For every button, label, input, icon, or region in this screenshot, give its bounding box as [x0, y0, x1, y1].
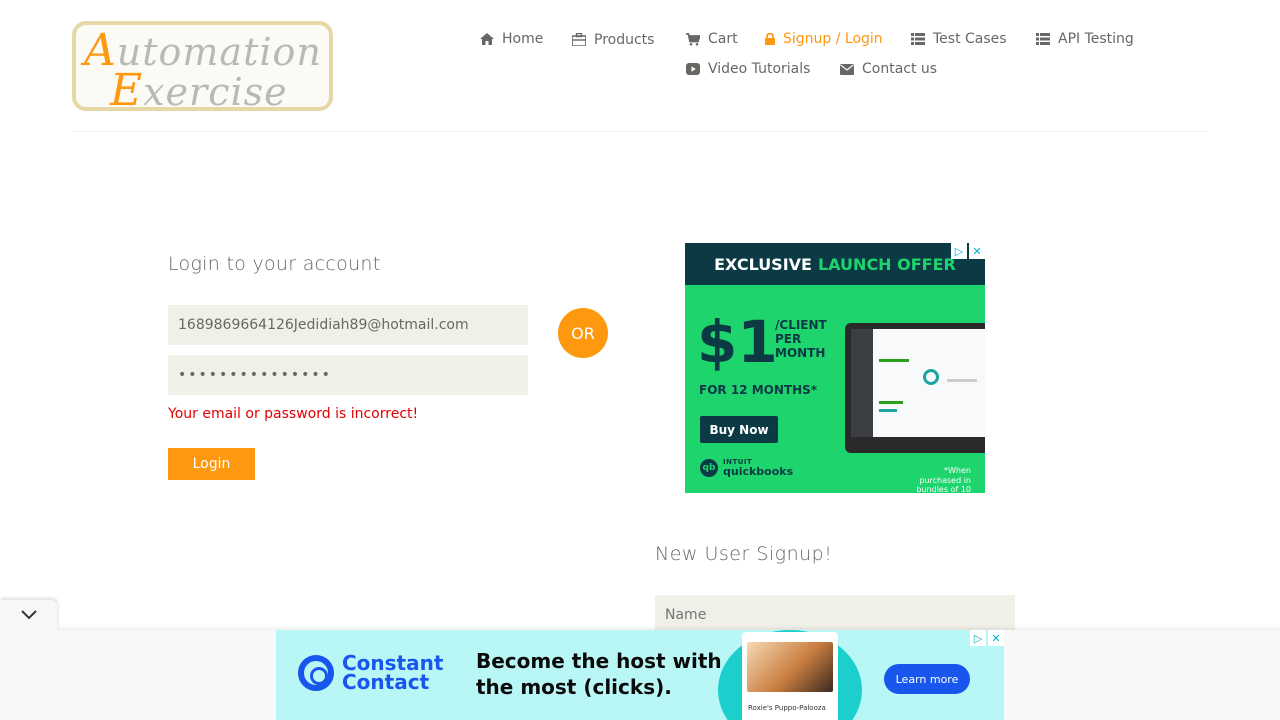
nav-products[interactable]: Products	[572, 31, 655, 48]
quickbooks-ad[interactable]: EXCLUSIVE LAUNCH OFFER ▷ ✕ $1 /CLIENT PER…	[685, 243, 985, 493]
quickbooks-logo: qb INTUIT quickbooks	[700, 459, 793, 477]
login-button[interactable]: Login	[168, 448, 255, 480]
nav-signup-login-label: Signup / Login	[783, 31, 883, 47]
ad-headline: Become the host with the most (clicks).	[476, 649, 722, 699]
logo-line-2: Exercise	[110, 65, 288, 116]
qb-icon: qb	[700, 459, 718, 477]
nav-home-label: Home	[502, 31, 544, 47]
ad-offer-band: EXCLUSIVE LAUNCH OFFER	[685, 243, 985, 285]
login-title: Login to your account	[168, 253, 381, 275]
adchoices-icon[interactable]: ▷	[970, 630, 986, 646]
login-email-input[interactable]	[168, 305, 528, 345]
ad-price: $1	[697, 308, 778, 376]
briefcase-icon	[572, 32, 586, 46]
lock-icon	[765, 33, 775, 45]
nav-api-testing-label: API Testing	[1058, 31, 1134, 47]
nav-contact-us-label: Contact us	[862, 61, 938, 77]
ad-price-unit: /CLIENT PER MONTH	[775, 318, 827, 360]
or-badge: OR	[558, 308, 608, 358]
laptop-image	[845, 323, 985, 453]
envelope-icon	[840, 63, 854, 75]
login-error-message: Your email or password is incorrect!	[168, 406, 419, 422]
nav-cart[interactable]: Cart	[686, 31, 738, 47]
login-password-input[interactable]	[168, 355, 528, 395]
ad-footnote: *When purchased in bundles of 10	[916, 466, 971, 493]
ad-controls: ▷ ✕	[951, 243, 985, 259]
constant-contact-icon	[298, 655, 334, 691]
close-icon[interactable]: ✕	[969, 243, 985, 259]
adchoices-icon[interactable]: ▷	[951, 243, 967, 259]
nav-api-testing[interactable]: API Testing	[1036, 31, 1134, 47]
nav-video-tutorials-label: Video Tutorials	[708, 61, 811, 77]
close-icon[interactable]: ✕	[988, 630, 1004, 646]
nav-contact-us[interactable]: Contact us	[840, 61, 937, 77]
ad-learn-more-button[interactable]: Learn more	[884, 664, 970, 694]
list-icon	[911, 33, 925, 45]
constant-contact-logo: Constant Contact	[298, 653, 443, 692]
header-divider	[72, 131, 1208, 132]
puppy-photo	[747, 642, 833, 692]
nav-video-tutorials[interactable]: Video Tutorials	[686, 61, 810, 77]
ad-controls: ▷ ✕	[970, 630, 1004, 646]
shopping-cart-icon	[686, 32, 700, 46]
ad-event-card: Roxie's Puppo-Palooza	[742, 632, 838, 720]
nav-signup-login[interactable]: Signup / Login	[765, 31, 883, 47]
signup-title: New User Signup!	[655, 543, 833, 565]
nav-test-cases[interactable]: Test Cases	[911, 31, 1007, 47]
nav-home[interactable]: Home	[480, 31, 543, 47]
home-icon	[480, 33, 494, 45]
constant-contact-ad[interactable]: Constant Contact Become the host with th…	[276, 630, 1004, 720]
nav-test-cases-label: Test Cases	[933, 31, 1007, 47]
signup-name-input[interactable]	[655, 595, 1015, 635]
list-icon	[1036, 33, 1050, 45]
collapse-ad-button[interactable]	[0, 600, 57, 630]
youtube-play-icon	[686, 63, 700, 75]
nav-cart-label: Cart	[708, 31, 738, 47]
site-logo[interactable]: Automation Exercise	[72, 21, 333, 116]
nav-products-label: Products	[594, 32, 655, 48]
ad-buy-now-button[interactable]: Buy Now	[700, 416, 778, 443]
chevron-down-icon	[20, 610, 37, 620]
ad-duration: FOR 12 MONTHS*	[699, 383, 818, 397]
